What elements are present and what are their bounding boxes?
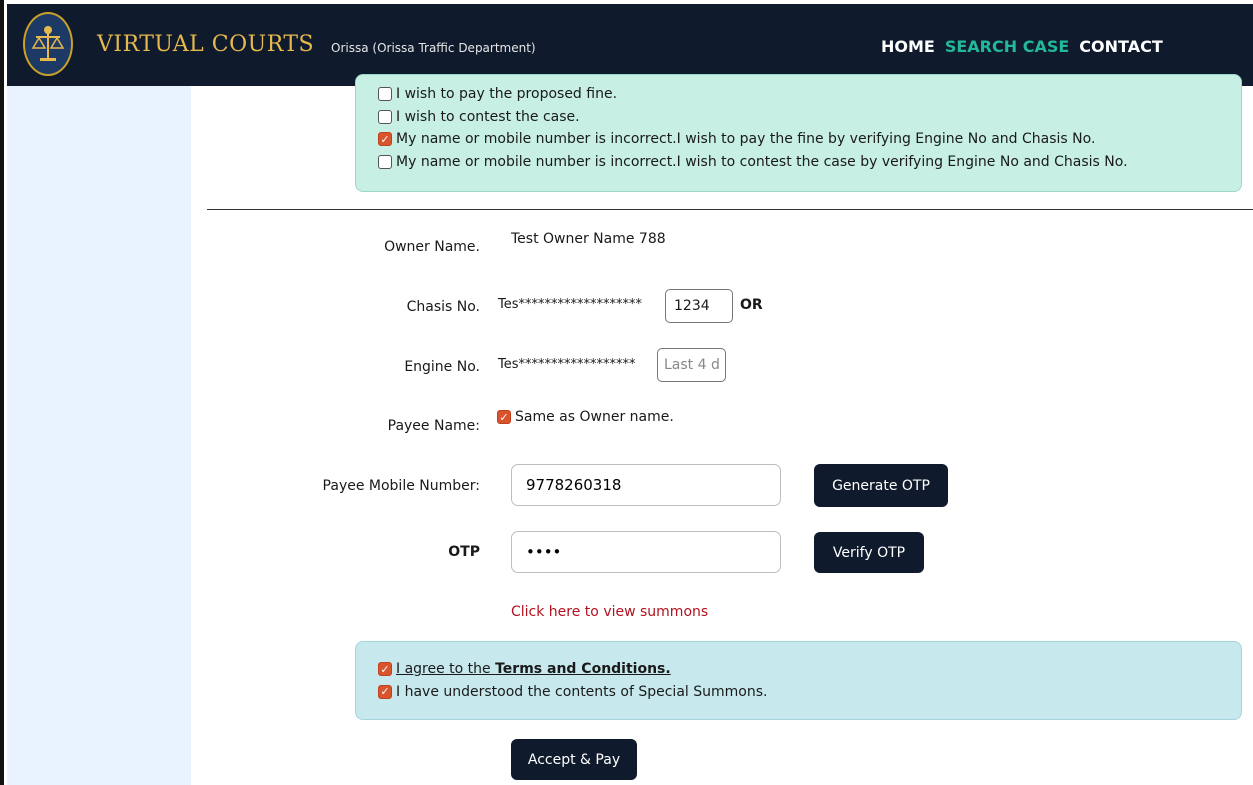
same-as-owner-label: Same as Owner name. (515, 409, 674, 426)
same-as-owner-option[interactable]: Same as Owner name. (475, 406, 674, 429)
generate-otp-button[interactable]: Generate OTP (814, 464, 948, 507)
option-incorrect-contest-label: My name or mobile number is incorrect.I … (396, 153, 1128, 170)
owner-name-value: Test Owner Name 788 (511, 231, 666, 247)
option-incorrect-pay-label: My name or mobile number is incorrect.I … (396, 131, 1096, 148)
checkbox-same-as-owner[interactable] (497, 410, 511, 425)
chasis-last4-input[interactable] (665, 289, 733, 323)
left-sidebar (7, 86, 191, 785)
otp-input[interactable] (511, 531, 781, 573)
terms-link[interactable]: I agree to the Terms and Conditions. (396, 661, 671, 677)
chasis-mask: Tes******************* (498, 297, 643, 312)
payment-options-panel: I wish to pay the proposed fine. I wish … (355, 74, 1242, 192)
engine-label: Engine No. (404, 359, 480, 375)
otp-label: OTP (448, 544, 480, 560)
verify-otp-button[interactable]: Verify OTP (814, 532, 924, 573)
checkbox-incorrect-contest[interactable] (378, 154, 392, 169)
payee-name-label: Payee Name: (387, 418, 480, 434)
chasis-label: Chasis No. (406, 299, 480, 315)
page-left-border (0, 0, 4, 785)
main-nav: HOME SEARCH CASE CONTACT (881, 37, 1163, 56)
mobile-number-input[interactable] (511, 464, 781, 506)
section-divider (207, 209, 1253, 210)
checkbox-contest[interactable] (378, 109, 392, 124)
engine-last4-input[interactable] (657, 348, 726, 382)
option-incorrect-pay[interactable]: My name or mobile number is incorrect.I … (356, 128, 1241, 151)
nav-home[interactable]: HOME (881, 37, 935, 56)
view-summons-link[interactable]: Click here to view summons (511, 604, 708, 620)
checkbox-pay-fine[interactable] (378, 87, 392, 102)
brand-title[interactable]: VIRTUAL COURTS (97, 32, 314, 57)
or-text: OR (740, 297, 763, 313)
checkbox-summons-ack[interactable] (378, 684, 392, 699)
nav-contact[interactable]: CONTACT (1079, 37, 1162, 56)
option-pay-fine[interactable]: I wish to pay the proposed fine. (356, 83, 1241, 106)
checkbox-agree-terms[interactable] (378, 662, 392, 677)
agree-terms-option[interactable]: I agree to the Terms and Conditions. (356, 658, 1241, 681)
option-contest-label: I wish to contest the case. (396, 108, 580, 125)
brand-subtitle: Orissa (Orissa Traffic Department) (331, 41, 536, 55)
summons-ack-label: I have understood the contents of Specia… (396, 683, 768, 700)
owner-name-label: Owner Name. (384, 239, 480, 255)
court-emblem-icon[interactable] (23, 12, 73, 76)
agreements-panel: I agree to the Terms and Conditions. I h… (355, 641, 1242, 720)
summons-ack-option[interactable]: I have understood the contents of Specia… (356, 681, 1241, 704)
accept-pay-button[interactable]: Accept & Pay (511, 739, 637, 780)
option-pay-fine-label: I wish to pay the proposed fine. (396, 86, 618, 103)
option-incorrect-contest[interactable]: My name or mobile number is incorrect.I … (356, 151, 1241, 174)
checkbox-incorrect-pay[interactable] (378, 132, 392, 147)
engine-mask: Tes****************** (498, 357, 636, 372)
nav-search-case[interactable]: SEARCH CASE (945, 37, 1069, 56)
mobile-label: Payee Mobile Number: (322, 478, 480, 494)
option-contest[interactable]: I wish to contest the case. (356, 106, 1241, 129)
